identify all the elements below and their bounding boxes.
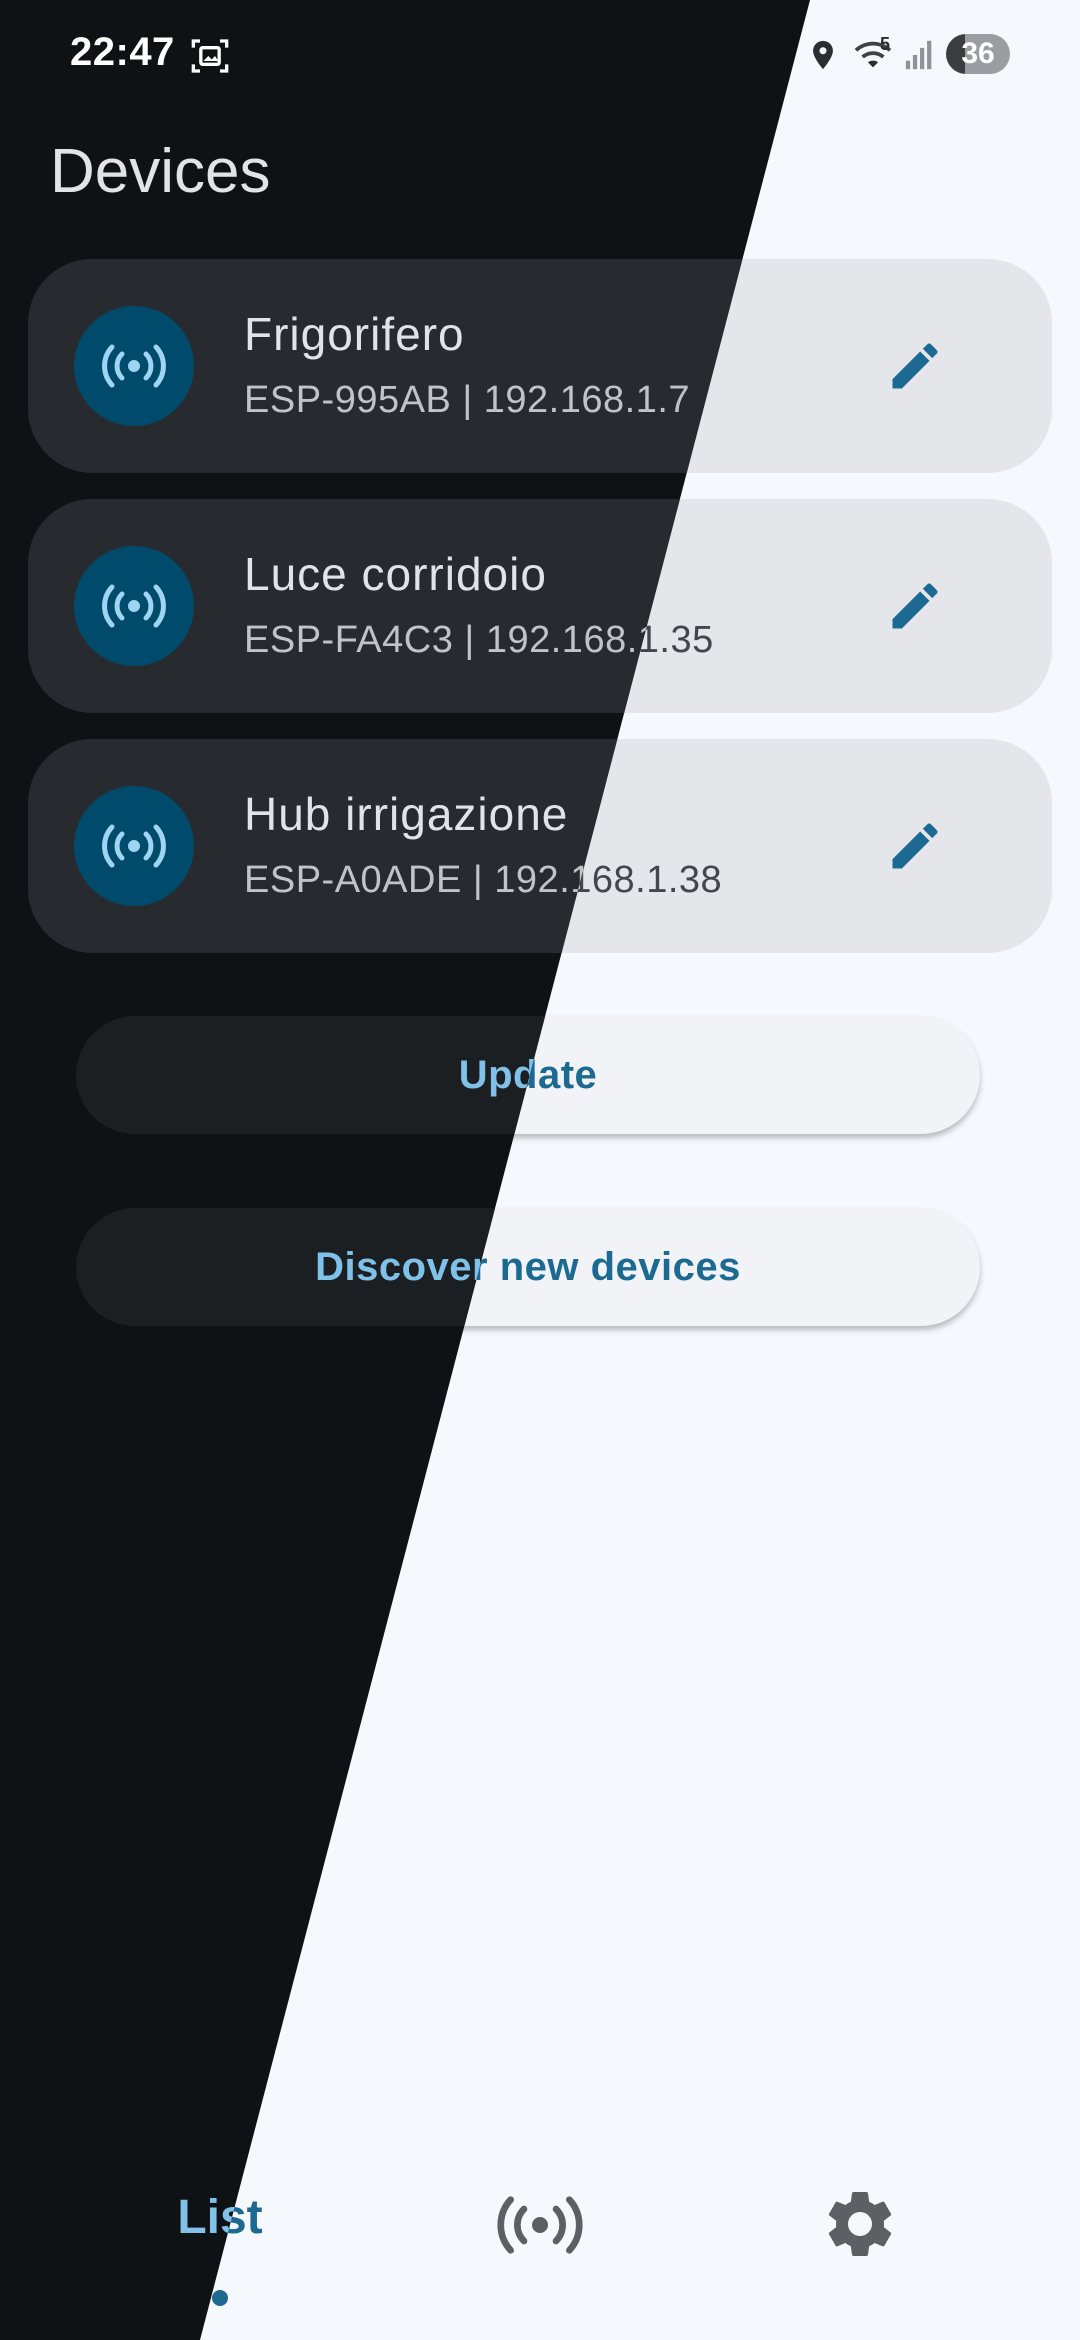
battery-icon: 36 [946,34,1010,74]
edit-device-button[interactable] [868,559,962,653]
gear-icon[interactable] [820,2184,900,2264]
app-screen: 22:47 5 36 Devices [0,0,1080,2340]
location-icon [813,40,833,70]
edit-device-button[interactable] [868,319,962,413]
nav-selected-indicator [212,2290,228,2306]
screenshot-icon [191,39,229,73]
device-name: Luce corridoio [244,548,547,600]
pencil-icon [892,343,938,389]
page-title: Devices [50,137,271,206]
broadcast-icon [74,306,194,426]
pencil-icon [892,583,938,629]
device-subtitle: ESP-995AB | 192.168.1.7 [244,379,691,421]
device-name: Hub irrigazione [244,788,569,840]
device-name: Frigorifero [244,308,465,360]
edit-device-button[interactable] [868,799,962,893]
status-time: 22:47 [70,30,175,74]
broadcast-icon [74,546,194,666]
signal-icon [905,40,932,70]
wifi-badge: 5 [880,34,891,54]
broadcast-icon [74,786,194,906]
broadcast-icon[interactable] [496,2190,584,2260]
pencil-icon [892,823,938,869]
